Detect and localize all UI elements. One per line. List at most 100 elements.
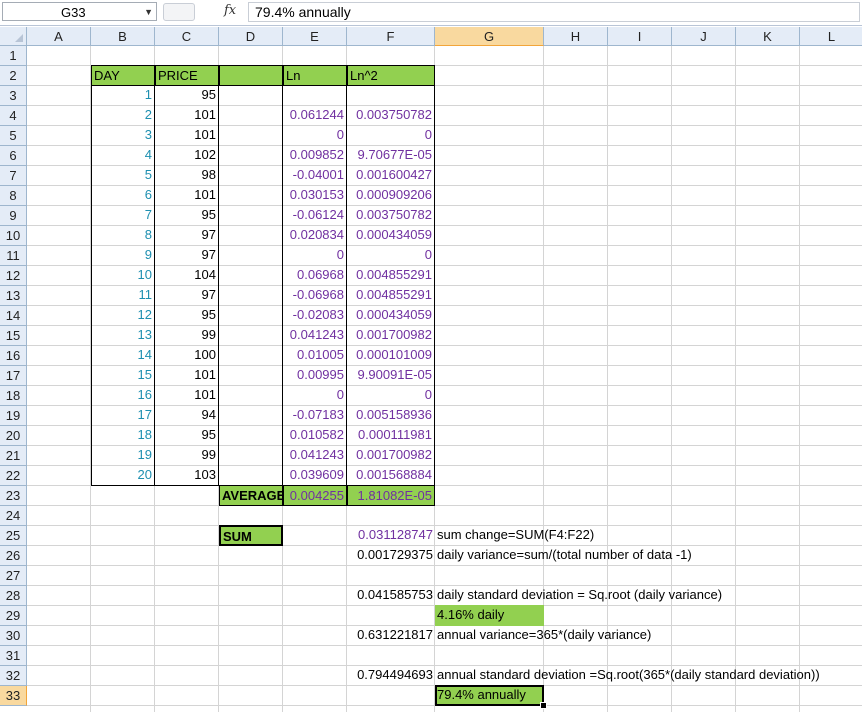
chevron-down-icon[interactable]: ▼ xyxy=(144,3,153,22)
ln-cell[interactable]: 0.010582 xyxy=(283,425,347,446)
price-cell[interactable]: 102 xyxy=(155,145,219,166)
ln-cell[interactable]: 0.00995 xyxy=(283,365,347,386)
ln-cell[interactable]: 0.020834 xyxy=(283,225,347,246)
row-header-17[interactable]: 17 xyxy=(0,366,27,386)
stat-note[interactable]: daily standard deviation = Sq.root (dail… xyxy=(435,585,855,606)
blank-cell[interactable] xyxy=(219,105,283,126)
select-all-corner[interactable] xyxy=(0,27,27,46)
formula-bar-grip[interactable] xyxy=(163,3,195,21)
row-header-4[interactable]: 4 xyxy=(0,106,27,126)
day-cell[interactable]: 4 xyxy=(91,145,155,166)
header-day[interactable]: DAY xyxy=(91,65,155,86)
ln-squared-cell[interactable]: 0.001568884 xyxy=(347,465,435,486)
ln-squared-cell[interactable]: 0.005158936 xyxy=(347,405,435,426)
price-cell[interactable]: 95 xyxy=(155,85,219,106)
ln-cell[interactable]: 0.061244 xyxy=(283,105,347,126)
blank-cell[interactable] xyxy=(219,165,283,186)
price-cell[interactable]: 101 xyxy=(155,185,219,206)
row-header-23[interactable]: 23 xyxy=(0,486,27,506)
price-cell[interactable]: 95 xyxy=(155,205,219,226)
day-cell[interactable]: 11 xyxy=(91,285,155,306)
row-header-29[interactable]: 29 xyxy=(0,606,27,626)
day-cell[interactable]: 3 xyxy=(91,125,155,146)
ln-cell[interactable]: 0 xyxy=(283,245,347,266)
ln-squared-cell[interactable]: 0 xyxy=(347,385,435,406)
ln-squared-cell[interactable]: 0.001600427 xyxy=(347,165,435,186)
price-cell[interactable]: 97 xyxy=(155,225,219,246)
row-header-22[interactable]: 22 xyxy=(0,466,27,486)
row-header-14[interactable]: 14 xyxy=(0,306,27,326)
column-header-e[interactable]: E xyxy=(283,27,347,46)
ln-cell[interactable]: -0.07183 xyxy=(283,405,347,426)
row-header-10[interactable]: 10 xyxy=(0,226,27,246)
header-ln-squared[interactable]: Ln^2 xyxy=(347,65,435,86)
stat-note[interactable]: annual standard deviation =Sq.root(365*(… xyxy=(435,665,855,686)
row-header-18[interactable]: 18 xyxy=(0,386,27,406)
ln-squared-cell[interactable]: 0 xyxy=(347,125,435,146)
sum-label[interactable]: SUM xyxy=(219,525,283,546)
blank-cell[interactable] xyxy=(219,265,283,286)
row-header-30[interactable]: 30 xyxy=(0,626,27,646)
ln-squared-cell[interactable]: 0.000909206 xyxy=(347,185,435,206)
row-header-16[interactable]: 16 xyxy=(0,346,27,366)
price-cell[interactable]: 97 xyxy=(155,245,219,266)
blank-cell[interactable] xyxy=(219,145,283,166)
blank-cell[interactable] xyxy=(219,245,283,266)
blank-cell[interactable] xyxy=(219,185,283,206)
stat-note[interactable]: sum change=SUM(F4:F22) xyxy=(435,525,855,546)
price-cell[interactable]: 101 xyxy=(155,125,219,146)
stat-value[interactable]: 0.001729375 xyxy=(347,545,435,566)
annual-volatility-result[interactable]: 79.4% annually xyxy=(435,685,544,706)
blank-cell[interactable] xyxy=(219,205,283,226)
blank-cell[interactable] xyxy=(219,425,283,446)
row-header-11[interactable]: 11 xyxy=(0,246,27,266)
price-cell[interactable]: 97 xyxy=(155,285,219,306)
row-header-27[interactable]: 27 xyxy=(0,566,27,586)
ln-squared-cell[interactable]: 0.000101009 xyxy=(347,345,435,366)
ln-cell[interactable]: -0.06124 xyxy=(283,205,347,226)
price-cell[interactable]: 99 xyxy=(155,325,219,346)
day-cell[interactable]: 8 xyxy=(91,225,155,246)
blank-cell[interactable] xyxy=(219,285,283,306)
ln-cell[interactable]: 0.041243 xyxy=(283,325,347,346)
column-header-i[interactable]: I xyxy=(608,27,672,46)
ln-cell[interactable]: 0.041243 xyxy=(283,445,347,466)
blank-cell[interactable] xyxy=(219,125,283,146)
ln-cell[interactable]: 0.06968 xyxy=(283,265,347,286)
ln-squared-cell[interactable]: 9.70677E-05 xyxy=(347,145,435,166)
ln-squared-cell[interactable]: 0 xyxy=(347,245,435,266)
formula-input[interactable]: 79.4% annually xyxy=(248,2,860,22)
ln-cell[interactable]: -0.02083 xyxy=(283,305,347,326)
day-cell[interactable]: 7 xyxy=(91,205,155,226)
row-header-32[interactable]: 32 xyxy=(0,666,27,686)
row-header-21[interactable]: 21 xyxy=(0,446,27,466)
ln-cell[interactable]: -0.06968 xyxy=(283,285,347,306)
price-cell[interactable]: 101 xyxy=(155,105,219,126)
blank-cell[interactable] xyxy=(219,405,283,426)
ln-squared-cell[interactable]: 0.000434059 xyxy=(347,305,435,326)
ln-squared-cell[interactable]: 0.001700982 xyxy=(347,325,435,346)
blank-cell[interactable] xyxy=(219,465,283,486)
row-header-24[interactable]: 24 xyxy=(0,506,27,526)
day-cell[interactable]: 14 xyxy=(91,345,155,366)
row-header-28[interactable]: 28 xyxy=(0,586,27,606)
price-cell[interactable]: 101 xyxy=(155,385,219,406)
column-header-c[interactable]: C xyxy=(155,27,219,46)
insert-function-icon[interactable]: fx xyxy=(224,3,236,18)
blank-cell[interactable] xyxy=(219,385,283,406)
row-header-26[interactable]: 26 xyxy=(0,546,27,566)
blank-cell[interactable] xyxy=(219,365,283,386)
blank-cell[interactable] xyxy=(219,85,283,106)
ln-squared-cell[interactable]: 0.003750782 xyxy=(347,105,435,126)
header-blank[interactable] xyxy=(219,65,283,86)
day-cell[interactable]: 2 xyxy=(91,105,155,126)
day-cell[interactable]: 12 xyxy=(91,305,155,326)
blank-cell[interactable] xyxy=(219,305,283,326)
stat-value[interactable]: 0.794494693 xyxy=(347,665,435,686)
price-cell[interactable]: 103 xyxy=(155,465,219,486)
price-cell[interactable]: 101 xyxy=(155,365,219,386)
column-header-d[interactable]: D xyxy=(219,27,283,46)
row-header-9[interactable]: 9 xyxy=(0,206,27,226)
column-header-g[interactable]: G xyxy=(435,27,544,46)
ln-cell[interactable]: 0.039609 xyxy=(283,465,347,486)
